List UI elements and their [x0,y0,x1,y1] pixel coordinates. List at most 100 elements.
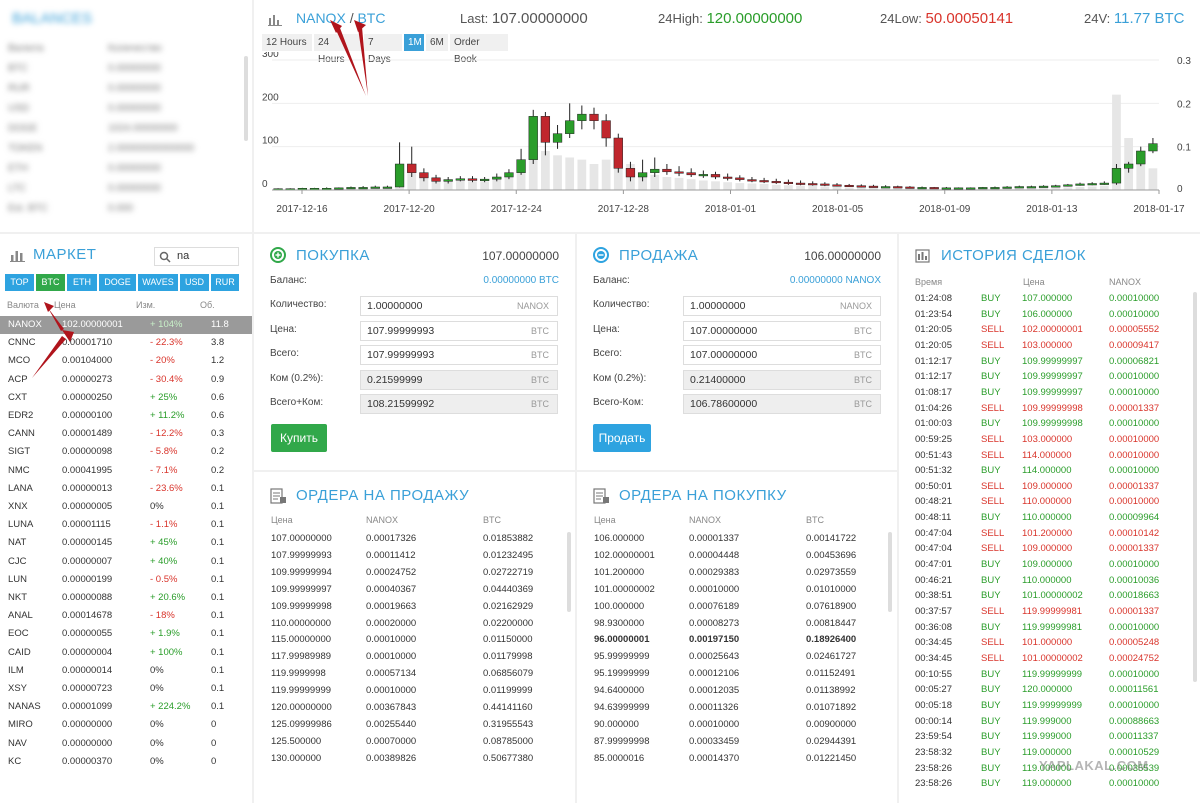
balance-row[interactable]: Est. BTC 0.000 [0,198,240,218]
order-total: 0.01150000 [483,634,533,646]
history-amount: 0.00010000 [1109,449,1160,461]
order-row[interactable]: 109.99999994 0.00024752 0.02722719 [254,565,554,582]
balance-row[interactable]: LTC 0.00000000 [0,178,240,198]
candle-body [419,172,429,179]
history-time: 01:04:26 [915,402,952,414]
buy-orders-scrollbar[interactable] [888,532,892,612]
order-price: 119.9999998 [271,668,326,680]
sell-price-unit: BTC [854,325,872,336]
sell-balance-value[interactable]: 0.00000000 NANOX [790,275,881,286]
low-value: 50.00050141 [925,10,1014,27]
balance-row[interactable]: BTC 0.00000000 [0,58,240,78]
balance-row[interactable]: USD 0.00000000 [0,98,240,118]
order-row[interactable]: 96.00000001 0.00197150 0.18926400 [577,632,877,649]
candle-body [1002,186,1012,189]
history-time: 01:08:17 [915,386,952,398]
balances-header: Валюта Количество [0,38,240,58]
order-row[interactable]: 125.09999986 0.00255440 0.31955543 [254,717,554,734]
order-row[interactable]: 117.99989989 0.00010000 0.01179998 [254,649,554,666]
order-row[interactable]: 125.500000 0.00070000 0.08785000 [254,734,554,751]
history-row: 00:51:32 BUY 114.000000 0.00010000 [899,463,1179,479]
history-price: 119.99999999 [1022,668,1083,680]
order-row[interactable]: 115.00000000 0.00010000 0.01150000 [254,632,554,649]
sell-grand-input[interactable]: 106.78600000 BTC [683,394,881,414]
order-row[interactable]: 94.63999999 0.00011326 0.01071892 [577,700,877,717]
sell-button[interactable]: Продать [593,424,651,452]
buy-fee-input[interactable]: 0.21599999 BTC [360,369,558,390]
sell-qty-label: Количество: [593,299,650,310]
order-row[interactable]: 130.000000 0.00389826 0.50677380 [254,751,554,768]
history-amount: 0.00001337 [1109,606,1160,617]
balance-currency: LTC [8,182,27,194]
order-row[interactable]: 90.000000 0.00010000 0.00900000 [577,717,877,734]
buy-button[interactable]: Купить [271,424,327,452]
volume-label: 24V: [1084,11,1111,26]
history-side: BUY [981,371,1001,383]
order-row[interactable]: 106.000000 0.00001337 0.00141722 [577,531,877,548]
order-row[interactable]: 101.00000002 0.00010000 0.01010000 [577,582,877,599]
order-total: 0.01221450 [806,752,857,764]
candle-body [370,186,380,189]
balance-row[interactable]: ETH 0.00000000 [0,158,240,178]
order-row[interactable]: 101.200000 0.00029383 0.02973559 [577,565,877,582]
sell-fee-input[interactable]: 0.21400000 BTC [683,369,881,390]
order-row[interactable]: 107.00000000 0.00017326 0.01853882 [254,531,554,548]
buy-qty-input[interactable]: 1.00000000 NANOX [360,296,558,316]
history-time: 00:10:55 [915,668,952,680]
order-row[interactable]: 102.00000001 0.00004448 0.00453696 [577,548,877,565]
order-row[interactable]: 85.0000016 0.00014370 0.01221450 [577,751,877,768]
candle-body [795,182,806,185]
volume-bar [784,185,793,190]
order-row[interactable]: 110.00000000 0.00020000 0.02200000 [254,616,554,633]
sell-price-input[interactable]: 107.00000000 BTC [683,320,881,341]
balances-scrollbar[interactable] [244,56,248,141]
order-amount: 0.00029383 [689,566,740,578]
order-row[interactable]: 100.000000 0.00076189 0.07618900 [577,599,877,616]
balance-row[interactable]: TOKEN 2.00000000000000 [0,138,240,158]
candle-body [1099,182,1109,185]
order-amount: 0.00024752 [366,566,417,578]
order-row[interactable]: 107.99999993 0.00011412 0.01232495 [254,548,554,565]
order-row[interactable]: 109.99999997 0.00040367 0.04440369 [254,582,554,599]
order-row[interactable]: 94.6400000 0.00012035 0.01138992 [577,683,877,700]
order-row[interactable]: 119.9999998 0.00057134 0.06856079 [254,666,554,683]
history-time: 01:12:17 [915,371,952,383]
candle-body [1038,185,1049,188]
history-scrollbar[interactable] [1193,292,1197,682]
history-price: 107.000000 [1022,293,1073,304]
volume-bar [589,164,599,190]
order-row[interactable]: 120.00000000 0.00367843 0.44141160 [254,700,554,717]
order-amount: 0.00010000 [689,583,740,595]
order-price: 90.000000 [594,718,639,730]
buy-price-input[interactable]: 107.99999993 BTC [360,320,558,341]
order-amount: 0.00011412 [366,549,416,561]
history-row: 00:50:01 SELL 109.000000 0.00001337 [899,479,1179,495]
buy-balance-value[interactable]: 0.00000000 BTC [483,275,559,286]
buy-grand-input[interactable]: 108.21599992 BTC [360,394,558,414]
sell-title: ПРОДАЖА [619,247,699,264]
order-row[interactable]: 109.99999998 0.00019663 0.02162929 [254,599,554,616]
timeframe-order-book[interactable]: Order Book [450,34,508,65]
order-row[interactable]: 98.9300000 0.00008273 0.00818447 [577,616,877,633]
balance-row[interactable]: DOGE 1024.00000000 [0,118,240,138]
candle-body [723,176,733,179]
sell-qty-input[interactable]: 1.00000000 NANOX [683,296,881,316]
buy-panel: ПОКУПКА 107.00000000 Баланс: 0.00000000 B… [254,234,575,470]
plus-circle-icon [270,247,286,266]
candle-body [504,172,514,178]
sell-best-price: 106.00000000 [804,249,881,263]
order-amount: 0.00389826 [366,752,417,764]
order-row[interactable]: 95.99999999 0.00025643 0.02461727 [577,649,877,666]
order-row[interactable]: 119.99999999 0.00010000 0.01199999 [254,683,554,700]
order-row[interactable]: 87.99999998 0.00033459 0.02944391 [577,734,877,751]
balances-header-row: Валюта Количество [0,38,240,58]
sell-total-input[interactable]: 107.00000000 BTC [683,345,881,365]
order-row[interactable]: 95.19999999 0.00012106 0.01152491 [577,666,877,683]
history-row: 23:58:26 BUY 119.000000 0.00010000 [899,776,1179,792]
history-amount: 0.00010000 [1109,386,1160,398]
sell-orders-scrollbar[interactable] [567,532,571,612]
buy-total-input[interactable]: 107.99999993 BTC [360,345,558,365]
candle-body [1075,183,1085,186]
history-price: 109.99999997 [1022,371,1083,383]
balance-row[interactable]: RUR 0.00000000 [0,78,240,98]
